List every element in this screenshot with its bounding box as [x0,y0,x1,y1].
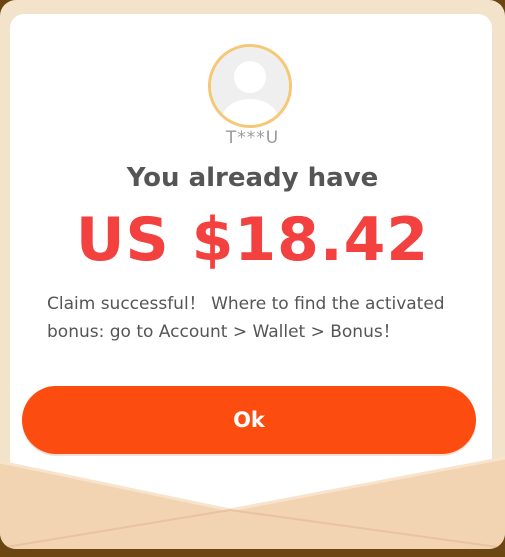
user-avatar [208,44,292,128]
claim-message: Claim successful！ Where to find the acti… [47,294,445,342]
bonus-amount: US $18.42 [75,205,430,275]
dialog-headline: You already have [126,163,379,193]
bonus-dialog: T***U You already have US $18.42 Claim s… [0,0,505,549]
username-label: T***U [225,128,280,148]
user-silhouette-icon [211,47,289,125]
ok-button[interactable]: Ok [22,386,476,454]
